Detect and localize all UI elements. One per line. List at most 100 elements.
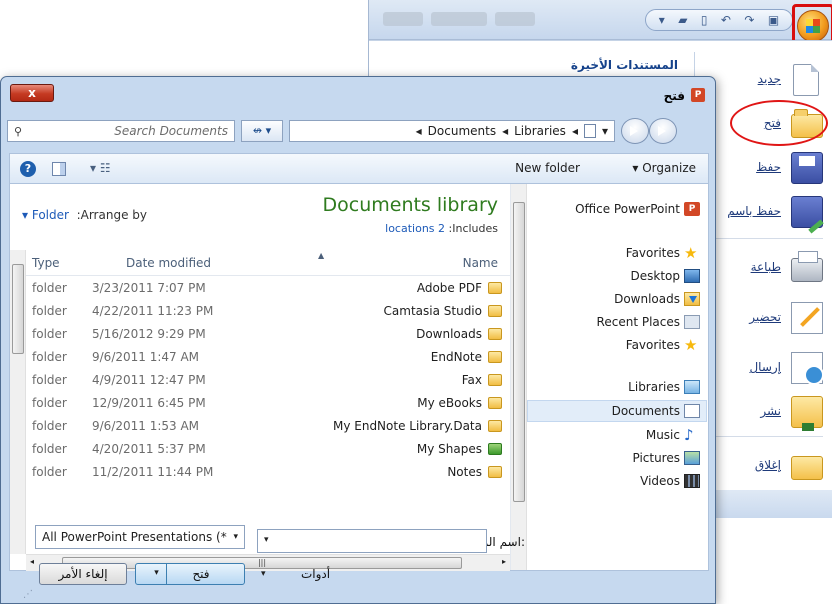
tools-label[interactable]: أدوات — [301, 567, 330, 581]
organize-button[interactable]: ▾ Organize — [632, 161, 696, 175]
file-type: folder — [32, 350, 67, 364]
scroll-right-icon[interactable]: ▸ — [502, 557, 506, 566]
file-type: folder — [32, 373, 67, 387]
cmd-publish[interactable]: نشر ◂ — [697, 392, 832, 432]
new-folder-button[interactable]: New folder — [515, 161, 580, 175]
table-row[interactable]: folder 4/9/2011 12:47 PM Fax — [26, 370, 510, 392]
cmd-save-as[interactable]: حفظ باسم ◂ — [697, 192, 832, 232]
new-document-icon[interactable]: ▯ — [701, 14, 708, 26]
nav-item-powerpoint[interactable]: Office PowerPoint — [575, 202, 680, 216]
filetype-select[interactable]: All PowerPoint Presentations (* ▾ — [35, 525, 245, 549]
scrollbar-thumb[interactable] — [513, 202, 525, 502]
undo-icon[interactable]: ↶ — [721, 14, 731, 26]
organize-label: Organize — [642, 161, 696, 175]
cmd-label: إغلاق — [754, 458, 781, 472]
cmd-label: نشر — [760, 404, 781, 418]
nav-item-desktop[interactable]: Desktop — [631, 269, 681, 283]
office-button[interactable] — [797, 10, 829, 42]
filename-input[interactable]: ▾ — [257, 529, 487, 553]
column-date[interactable]: Date modified — [126, 256, 211, 270]
forward-button[interactable] — [621, 118, 649, 144]
cmd-print[interactable]: طباعة ◂ — [697, 248, 832, 288]
file-list-scrollbar[interactable] — [10, 250, 26, 554]
close-button[interactable]: x — [10, 84, 54, 102]
cmd-prepare[interactable]: تحضير ◂ — [697, 298, 832, 338]
resize-grip-icon[interactable]: ⋰ — [23, 589, 33, 600]
tools-dropdown-icon[interactable]: ▾ — [261, 569, 266, 579]
dialog-content: Documents library locations 2 :Includes … — [9, 183, 709, 571]
includes-label: :Includes — [448, 222, 498, 235]
back-button[interactable] — [649, 118, 677, 144]
file-name: My Shapes — [416, 442, 482, 456]
folder-icon — [488, 420, 502, 432]
navigation-row: ⚲ Search Documents ↮ ▾ ◂ Documents ◂ Lib… — [7, 117, 711, 145]
nav-item-favorites[interactable]: Favorites — [626, 338, 680, 352]
nav-header-libraries[interactable]: Libraries — [628, 380, 680, 394]
cmd-label: إرسال — [749, 360, 781, 374]
locations-link[interactable]: locations 2 — [385, 222, 445, 235]
cmd-save[interactable]: حفظ — [697, 148, 832, 188]
folder-icon — [488, 305, 502, 317]
file-name: Notes — [447, 465, 482, 479]
file-type: folder — [32, 304, 67, 318]
column-type[interactable]: Type — [32, 256, 60, 270]
address-bar[interactable]: ◂ Documents ◂ Libraries ◂ ▾ — [289, 120, 615, 142]
table-row[interactable]: folder 12/9/2011 6:45 PM My eBooks — [26, 393, 510, 415]
nav-item-music[interactable]: Music — [646, 428, 680, 442]
address-dropdown-icon[interactable]: ▾ — [602, 124, 608, 138]
save-icon — [791, 152, 823, 184]
title-bar: ▾ ▰ ▯ ↶ ↷ ▣ — [369, 0, 832, 40]
folder-open-icon[interactable]: ▰ — [678, 14, 687, 26]
library-title: Documents library — [322, 194, 499, 216]
nav-header-favorites[interactable]: Favorites — [626, 246, 680, 260]
nav-item-recent-places[interactable]: Recent Places — [597, 315, 680, 329]
scroll-left-icon[interactable]: ◂ — [30, 557, 34, 566]
cmd-label: حفظ — [756, 160, 781, 174]
breadcrumb-documents[interactable]: Documents — [428, 124, 496, 138]
table-row[interactable]: folder 3/23/2011 7:07 PM Adobe PDF — [26, 278, 510, 300]
preview-pane-icon[interactable] — [52, 162, 66, 176]
table-row[interactable]: folder 11/2/2011 11:44 PM Notes — [26, 462, 510, 484]
scrollbar-thumb[interactable] — [12, 264, 24, 354]
breadcrumb-arrow-icon: ◂ — [502, 124, 509, 138]
file-name: Adobe PDF — [416, 281, 482, 295]
redo-icon[interactable]: ↷ — [744, 14, 754, 26]
table-row[interactable]: folder 4/22/2011 11:23 PM Camtasia Studio — [26, 301, 510, 323]
file-name: Camtasia Studio — [383, 304, 482, 318]
folder-icon — [488, 397, 502, 409]
nav-item-videos[interactable]: Videos — [640, 474, 680, 488]
refresh-button[interactable]: ↮ ▾ — [241, 120, 283, 142]
table-row[interactable]: folder 5/16/2012 9:29 PM Downloads — [26, 324, 510, 346]
file-type: folder — [32, 327, 67, 341]
powerpoint-icon: P — [691, 88, 705, 102]
column-name[interactable]: Name — [463, 256, 498, 270]
cmd-close[interactable]: إغلاق — [697, 446, 832, 486]
nav-item-downloads[interactable]: Downloads — [614, 292, 680, 306]
views-icon[interactable]: ▾ ☷ — [90, 161, 111, 175]
breadcrumb-libraries[interactable]: Libraries — [514, 124, 566, 138]
open-options-dropdown[interactable]: ▾ — [147, 563, 167, 585]
publish-icon — [791, 396, 823, 431]
file-date: 4/22/2011 11:23 PM — [92, 304, 214, 318]
table-row[interactable]: folder 4/20/2011 5:37 PM My Shapes — [26, 439, 510, 461]
nav-scrollbar[interactable] — [511, 184, 527, 570]
file-type: folder — [32, 465, 67, 479]
help-icon[interactable]: ? — [20, 161, 36, 177]
file-date: 4/9/2011 12:47 PM — [92, 373, 206, 387]
qat-dropdown-icon[interactable]: ▾ — [659, 14, 665, 26]
table-row[interactable]: folder 9/6/2011 1:53 AM My EndNote Library… — [26, 416, 510, 438]
table-row[interactable]: folder 9/6/2011 1:47 AM EndNote — [26, 347, 510, 369]
cmd-new[interactable]: جديد — [697, 60, 832, 100]
cmd-send[interactable]: إرسال ◂ — [697, 348, 832, 388]
search-input[interactable]: ⚲ Search Documents — [7, 120, 235, 142]
open-dialog: x فتح P ⚲ Search Documents ↮ ▾ ◂ Documen… — [0, 76, 716, 604]
filename-dropdown-icon[interactable]: ▾ — [264, 535, 269, 545]
new-document-icon — [793, 64, 819, 96]
nav-item-documents[interactable]: Documents — [612, 404, 680, 418]
cancel-button[interactable]: إلغاء الأمر — [39, 563, 127, 585]
nav-item-pictures[interactable]: Pictures — [632, 451, 680, 465]
arrange-dropdown[interactable]: ▾ Folder — [22, 208, 69, 222]
save-icon[interactable]: ▣ — [768, 14, 779, 26]
file-type: folder — [32, 442, 67, 456]
divider — [707, 436, 823, 437]
